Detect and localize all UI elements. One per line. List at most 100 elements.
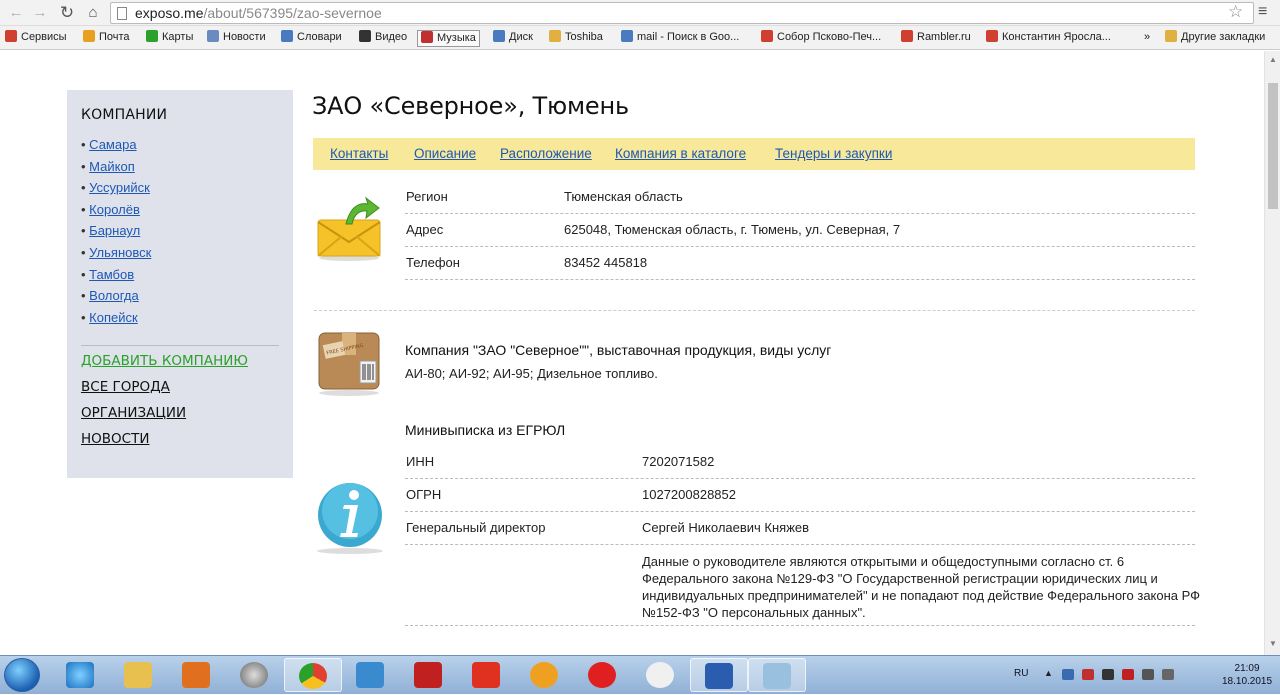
home-icon[interactable]: ⌂ — [83, 3, 103, 23]
row-divider — [405, 625, 1195, 626]
tray-app-icon[interactable] — [1062, 669, 1074, 680]
taskbar-kaspersky[interactable] — [400, 658, 458, 692]
sidebar: КОМПАНИИ • Самара • Майкоп • Уссурийск •… — [67, 90, 293, 478]
tray-expand-icon[interactable]: ▲ — [1044, 668, 1056, 679]
city-link-vologda[interactable]: Вологда — [89, 288, 139, 303]
folder-icon — [549, 30, 561, 42]
opera-icon — [588, 662, 616, 688]
envelope-icon — [317, 196, 381, 261]
city-item: • Тамбов — [81, 266, 135, 282]
city-link-samara[interactable]: Самара — [89, 137, 136, 152]
start-button[interactable] — [4, 658, 40, 692]
bookmark-star-icon[interactable]: ☆ — [1228, 2, 1243, 22]
contact-row: Телефон 83452 445818 — [405, 247, 1195, 280]
tray-flag-icon[interactable] — [1122, 669, 1134, 680]
taskbar-explorer[interactable] — [110, 658, 168, 692]
city-link-kopeysk[interactable]: Копейск — [89, 310, 138, 325]
bookmark-rambler[interactable]: Rambler.ru — [898, 30, 974, 47]
reload-icon[interactable]: ↻ — [57, 3, 77, 23]
city-item: • Уссурийск — [81, 180, 150, 196]
city-link-ussuriysk[interactable]: Уссурийск — [89, 180, 150, 195]
city-list: • Самара • Майкоп • Уссурийск • Королёв … — [81, 135, 151, 329]
dictionary-icon — [281, 30, 293, 42]
taskbar-yandex[interactable] — [458, 658, 516, 692]
address-bar[interactable]: exposo.me/about/567395/zao-severnoe — [110, 2, 1254, 24]
back-icon[interactable]: ← — [6, 3, 26, 23]
tab-description[interactable]: Описание — [414, 146, 476, 161]
taskbar-mail[interactable] — [342, 658, 400, 692]
city-link-barnaul[interactable]: Барнаул — [89, 223, 140, 238]
city-link-ulyanovsk[interactable]: Ульяновск — [89, 245, 151, 260]
tab-contacts[interactable]: Контакты — [330, 146, 388, 161]
page-icon — [117, 7, 127, 20]
add-company-link[interactable]: ДОБАВИТЬ КОМПАНИЮ — [81, 353, 248, 369]
folder-icon — [1165, 30, 1177, 42]
scroll-up-icon[interactable]: ▲ — [1269, 55, 1277, 64]
product-title: Компания "ЗАО "Северное"", выставочная п… — [405, 342, 832, 358]
organizations-link[interactable]: ОРГАНИЗАЦИИ — [81, 405, 186, 421]
vertical-scrollbar[interactable]: ▲ ▼ — [1264, 51, 1280, 655]
bookmark-dictionaries[interactable]: Словари — [278, 30, 345, 47]
taskbar-opera[interactable] — [574, 658, 632, 692]
clock[interactable]: 21:09 18.10.2015 — [1222, 662, 1272, 688]
bookmark-sobor[interactable]: Собор Псково-Печ... — [758, 30, 884, 47]
tray-security-icon[interactable] — [1082, 669, 1094, 680]
menu-icon[interactable]: ≡ — [1258, 3, 1267, 21]
yandex-browser-icon — [646, 662, 674, 688]
tab-location[interactable]: Расположение — [500, 146, 592, 161]
taskbar-ie[interactable] — [52, 658, 110, 692]
bookmark-services[interactable]: Сервисы — [2, 30, 70, 47]
taskbar-yandex-browser[interactable] — [632, 658, 690, 692]
bookmark-mail[interactable]: Почта — [80, 30, 133, 47]
taskbar-app[interactable] — [226, 658, 284, 692]
disk-icon — [493, 30, 505, 42]
forward-icon[interactable]: → — [30, 3, 50, 23]
tray-device-icon[interactable] — [1162, 669, 1174, 680]
egrul-row: ОГРН 1027200828852 — [405, 479, 1195, 512]
taskbar-media[interactable] — [168, 658, 226, 692]
google-icon — [621, 30, 633, 42]
city-item: • Королёв — [81, 201, 140, 217]
tab-tenders[interactable]: Тендеры и закупки — [775, 146, 892, 161]
bookmark-other[interactable]: Другие закладки — [1162, 30, 1268, 47]
taskbar-app-orange[interactable] — [516, 658, 574, 692]
taskbar-chrome[interactable] — [284, 658, 342, 692]
bookmark-google-mail[interactable]: mail - Поиск в Goo... — [618, 30, 742, 47]
tab-catalog[interactable]: Компания в каталоге — [615, 146, 746, 161]
clock-date: 18.10.2015 — [1222, 676, 1273, 687]
volume-icon[interactable] — [1102, 669, 1114, 680]
language-indicator[interactable]: RU — [1014, 668, 1028, 679]
product-description: АИ-80; АИ-92; АИ-95; Дизельное топливо. — [405, 366, 658, 381]
taskbar-paint[interactable] — [748, 658, 806, 692]
bookmarks-bar: Сервисы Почта Карты Новости Словари Виде… — [0, 26, 1280, 50]
scrollbar-thumb[interactable] — [1268, 83, 1278, 209]
bookmark-toshiba[interactable]: Toshiba — [546, 30, 606, 47]
scroll-down-icon[interactable]: ▼ — [1269, 639, 1277, 648]
taskbar-word[interactable] — [690, 658, 748, 692]
contact-key: Регион — [406, 189, 448, 204]
news-link[interactable]: НОВОСТИ — [81, 431, 149, 447]
news-icon — [207, 30, 219, 42]
city-link-tambov[interactable]: Тамбов — [89, 267, 134, 282]
package-icon: FREE SHIPPING — [318, 332, 380, 396]
egrul-row: ИНН 7202071582 — [405, 446, 1195, 479]
contact-key: Телефон — [406, 255, 460, 270]
egrul-key: ИНН — [406, 454, 435, 469]
all-cities-link[interactable]: ВСЕ ГОРОДА — [81, 379, 170, 395]
city-link-korolev[interactable]: Королёв — [89, 202, 140, 217]
egrul-value: Сергей Николаевич Княжев — [642, 520, 810, 535]
web-page: КОМПАНИИ • Самара • Майкоп • Уссурийск •… — [0, 51, 1264, 655]
media-player-icon — [182, 662, 210, 688]
contact-key: Адрес — [406, 222, 444, 237]
bookmark-news[interactable]: Новости — [204, 30, 269, 47]
clock-time: 21:09 — [1234, 663, 1260, 674]
city-link-maykop[interactable]: Майкоп — [89, 159, 135, 174]
bookmark-disk[interactable]: Диск — [490, 30, 536, 47]
bookmark-video[interactable]: Видео — [356, 30, 410, 47]
bookmark-music[interactable]: Музыка — [417, 30, 480, 47]
bookmark-maps[interactable]: Карты — [143, 30, 196, 47]
network-icon[interactable] — [1142, 669, 1154, 680]
info-icon — [317, 483, 383, 554]
bookmark-konstantin[interactable]: Константин Яросла... — [983, 30, 1114, 47]
bookmarks-overflow-button[interactable]: » — [1141, 30, 1153, 47]
